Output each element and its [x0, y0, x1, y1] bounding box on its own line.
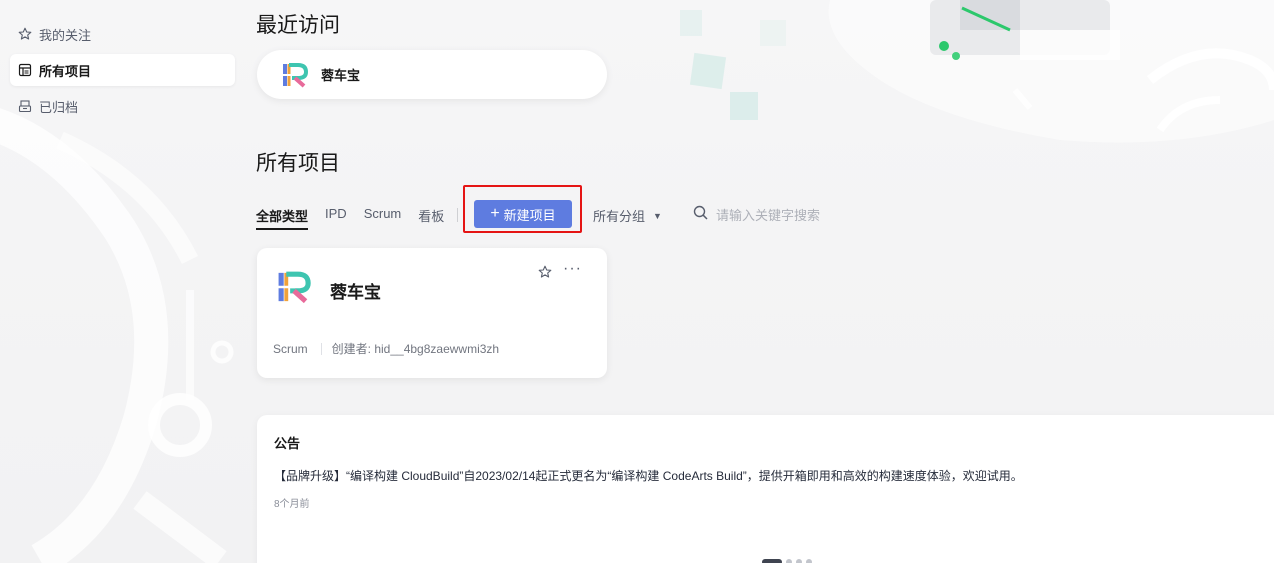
pager-dot[interactable]	[796, 559, 802, 563]
project-card[interactable]: 蓉车宝 ··· Scrum 创建者: hid__4bg8zaewwmi3zh	[257, 248, 607, 378]
sidebar-item-label: 我的关注	[39, 27, 92, 43]
announcement-time: 8个月前	[274, 499, 310, 510]
caret-down-icon: ▼	[653, 210, 662, 221]
project-list-icon	[18, 63, 32, 77]
more-options-icon[interactable]: ···	[563, 260, 582, 278]
new-project-label: 新建项目	[503, 207, 556, 223]
project-meta: Scrum 创建者: hid__4bg8zaewwmi3zh	[273, 340, 499, 357]
sidebar-item-all-projects[interactable]: 所有项目	[10, 54, 235, 86]
project-logo-icon	[276, 270, 312, 304]
sidebar-item-label: 所有项目	[39, 63, 92, 79]
tab-all-types[interactable]: 全部类型	[256, 199, 309, 230]
star-outline-icon[interactable]	[538, 265, 552, 279]
search-input[interactable]	[716, 207, 886, 223]
app-page: 我的关注 所有项目 已归档 最近访问 蓉车宝 所有项目 全部类型 IPD Scr…	[0, 0, 1274, 563]
sidebar-item-archived[interactable]: 已归档	[10, 90, 235, 122]
announcement-title: 公告	[274, 436, 301, 451]
tab-divider	[457, 208, 459, 222]
star-outline-icon	[18, 27, 32, 41]
project-logo-icon	[281, 62, 309, 88]
group-select-value: 所有分组	[593, 209, 646, 224]
project-creator: 创建者: hid__4bg8zaewwmi3zh	[331, 342, 500, 356]
tab-scrum[interactable]: Scrum	[364, 199, 402, 230]
recent-project-card[interactable]: 蓉车宝	[257, 50, 607, 99]
plus-icon: +	[490, 205, 500, 222]
sidebar-item-my-follow[interactable]: 我的关注	[10, 18, 235, 50]
search-icon[interactable]	[693, 205, 708, 225]
pager-dot[interactable]	[806, 559, 812, 563]
sidebar-item-label: 已归档	[39, 99, 79, 115]
pager-dot[interactable]	[786, 559, 792, 563]
carousel-pager	[762, 559, 812, 563]
archive-box-icon	[18, 99, 32, 113]
pager-dot-active[interactable]	[762, 559, 782, 563]
recent-visits-title: 最近访问	[256, 14, 340, 37]
project-name: 蓉车宝	[330, 283, 381, 302]
search-box	[693, 204, 893, 226]
announcement-panel: 公告 【品牌升级】“编译构建 CloudBuild”自2023/02/14起正式…	[257, 415, 1274, 563]
tab-ipd[interactable]: IPD	[325, 199, 347, 230]
group-select[interactable]: 所有分组 ▼	[593, 206, 662, 225]
recent-project-name: 蓉车宝	[321, 68, 361, 83]
announcement-content[interactable]: 【品牌升级】“编译构建 CloudBuild”自2023/02/14起正式更名为…	[274, 467, 1023, 484]
tab-kanban[interactable]: 看板	[418, 199, 444, 230]
sidebar: 我的关注 所有项目 已归档	[10, 18, 235, 126]
project-type-tabs: 全部类型 IPD Scrum 看板	[256, 199, 470, 231]
all-projects-title: 所有项目	[256, 152, 340, 175]
new-project-button[interactable]: + 新建项目	[474, 200, 572, 228]
meta-divider	[320, 342, 322, 355]
project-type: Scrum	[273, 341, 308, 356]
